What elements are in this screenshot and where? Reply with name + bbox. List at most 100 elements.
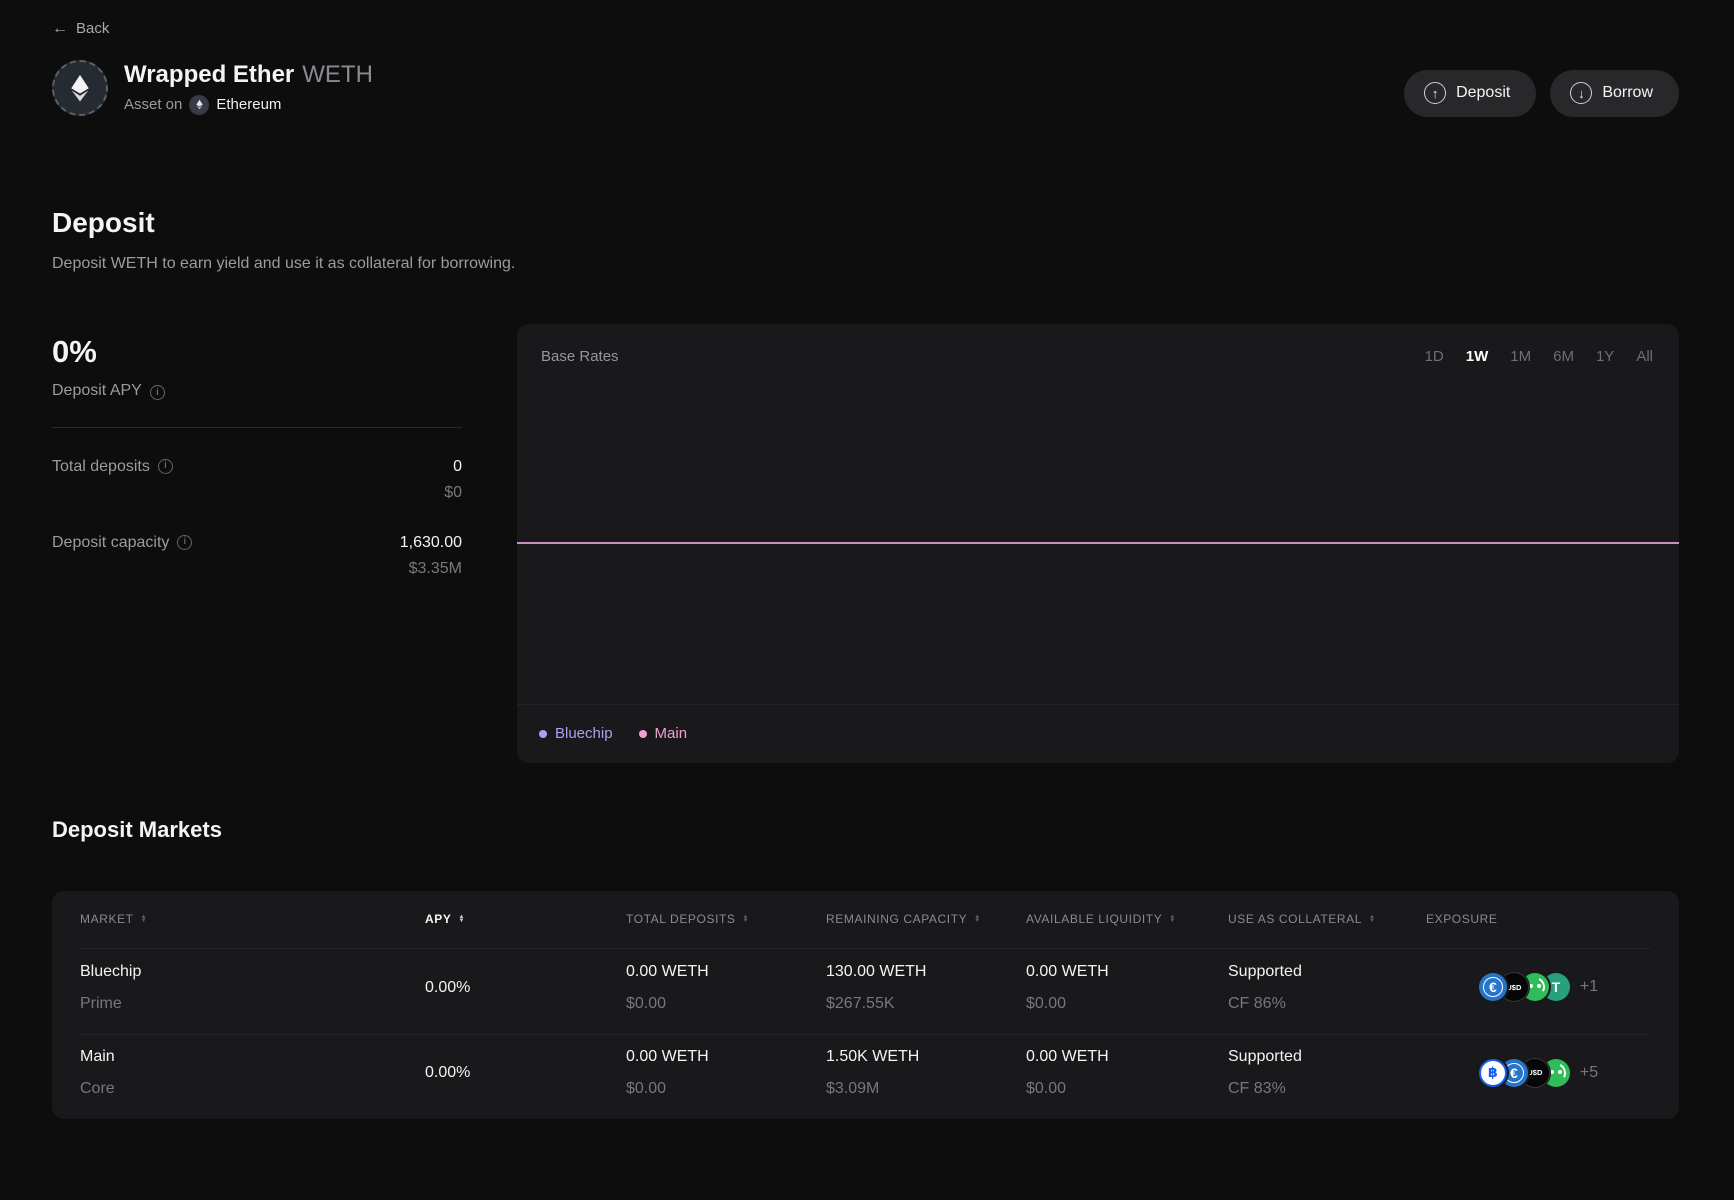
sort-icon: ▲▼ — [974, 915, 981, 924]
column-label: TOTAL DEPOSITS — [626, 912, 736, 926]
column-header-apy[interactable]: APY▲▼ — [425, 912, 626, 926]
info-icon[interactable]: i — [177, 535, 192, 550]
back-label: Back — [76, 20, 109, 37]
page-title: Deposit — [52, 207, 1679, 239]
base-rates-chart-panel: Base Rates 1D 1W 1M 6M 1Y All Bluechip Main — [517, 324, 1679, 763]
page-subtitle: Deposit WETH to earn yield and use it as… — [52, 255, 1679, 273]
exposure-more-count: +1 — [1580, 978, 1598, 996]
legend-item-bluechip[interactable]: Bluechip — [539, 725, 613, 742]
total-deposits-usd: $0.00 — [626, 993, 826, 1014]
column-header-available-liquidity[interactable]: AVAILABLE LIQUIDITY▲▼ — [1026, 912, 1228, 926]
arrow-down-circle-icon: ↓ — [1570, 82, 1592, 104]
column-header-use-as-collateral[interactable]: USE AS COLLATERAL▲▼ — [1228, 912, 1426, 926]
stat-total-deposits: Total depositsi 0$0 — [52, 456, 462, 504]
deposit-markets-table: MARKET▲▼APY▲▼TOTAL DEPOSITS▲▼REMAINING C… — [52, 891, 1679, 1119]
ethereum-network-icon — [189, 95, 209, 115]
exposure-more-count: +5 — [1580, 1064, 1598, 1082]
market: Bluechip Prime — [80, 949, 425, 1034]
stat-usd: $3.35M — [400, 558, 462, 580]
market-tier: Prime — [80, 993, 425, 1014]
total-deposits-amount: 0.00 WETH — [626, 961, 826, 982]
apy-cell: 0.00% — [425, 949, 626, 1034]
market-row-main[interactable]: Main Core0.00%0.00 WETH $0.001.50K WETH $3.… — [80, 1034, 1651, 1119]
ethereum-diamond-icon — [65, 73, 95, 103]
market-row-bluechip[interactable]: BluechipPrime0.00%0.00 WETH$0.00130.00 W… — [80, 949, 1651, 1034]
column-header-remaining-capacity[interactable]: REMAINING CAPACITY ▲▼ — [826, 912, 1026, 926]
sort-icon: ▲▼ — [141, 915, 148, 924]
column-header-market[interactable]: MARKET ▲▼ — [80, 912, 425, 926]
header-actions: ↑ Deposit ↓ Borrow — [1404, 70, 1679, 117]
weth-logo — [52, 60, 108, 116]
info-icon[interactable]: i — [158, 459, 173, 474]
available-liquidity: 0.00 WETH $0.00 — [1026, 949, 1228, 1034]
use-as-collateral: SupportedCF 83% — [1228, 1035, 1426, 1119]
market-tier: Core — [80, 1078, 425, 1099]
asset-network-name: Ethereum — [216, 96, 281, 113]
apy-value: 0.00% — [425, 977, 626, 998]
remaining-capacity-amount: 130.00 WETH — [826, 961, 1026, 982]
legend-dot — [539, 730, 547, 738]
deposit-apy-label: Deposit APY — [52, 382, 142, 400]
asset-network-prefix: Asset on — [124, 96, 182, 113]
market-name: Bluechip — [80, 961, 425, 982]
use-as-collateral-cf: CF 86% — [1228, 993, 1426, 1014]
remaining-capacity-amount: 1.50K WETH — [826, 1046, 1026, 1067]
info-icon[interactable]: i — [150, 385, 165, 400]
legend-dot — [639, 730, 647, 738]
use-as-collateral-status: Supported — [1228, 1046, 1426, 1067]
remaining-capacity-usd: $3.09M — [826, 1078, 1026, 1099]
column-label: EXPOSURE — [1426, 912, 1498, 926]
remaining-capacity-usd: $267.55K — [826, 993, 1026, 1014]
deposit-button[interactable]: ↑ Deposit — [1404, 70, 1536, 117]
stats-list: Total depositsi0$0Deposit capacityi1,630… — [52, 456, 462, 580]
chart-title: Base Rates — [541, 348, 619, 365]
column-header-total-deposits[interactable]: TOTAL DEPOSITS ▲▼ — [626, 912, 826, 926]
stat-values: 0$0 — [444, 456, 462, 504]
deposit-overview: 0% Deposit APY i Total depositsi0$0Depos… — [52, 324, 1679, 763]
stat-deposit-capacity: Deposit capacityi1,630.00$3.35M — [52, 532, 462, 580]
column-label: USE AS COLLATERAL — [1228, 912, 1362, 926]
column-label: APY — [425, 912, 451, 926]
asset-titles: Wrapped EtherWETH Asset on Ethereum — [124, 60, 373, 115]
asset-page: ← Back Wrapped EtherWETH Asset on — [0, 0, 1734, 1200]
table-body: BluechipPrime0.00%0.00 WETH$0.00130.00 W… — [80, 949, 1651, 1119]
available-liquidity-usd: $0.00 — [1026, 1078, 1228, 1099]
asset-name: Wrapped Ether — [124, 61, 294, 88]
stat-label: Total depositsi — [52, 456, 173, 504]
deposit-stats: 0% Deposit APY i Total depositsi0$0Depos… — [52, 324, 462, 763]
borrow-button[interactable]: ↓ Borrow — [1550, 70, 1679, 117]
back-arrow-icon: ← — [52, 21, 68, 37]
range-1w[interactable]: 1W — [1466, 348, 1489, 365]
sort-icon: ▲▼ — [743, 915, 750, 924]
column-header-exposure: EXPOSURE — [1426, 912, 1651, 926]
borrow-button-label: Borrow — [1602, 84, 1653, 102]
total-deposits-usd: $0.00 — [626, 1078, 826, 1099]
use-as-collateral-status: Supported — [1228, 961, 1426, 982]
remaining-capacity: 1.50K WETH $3.09M — [826, 1035, 1026, 1119]
back-link[interactable]: ← Back — [52, 20, 109, 37]
range-1m[interactable]: 1M — [1510, 348, 1531, 365]
available-liquidity-amount: 0.00 WETH — [1026, 961, 1228, 982]
stat-amount: 1,630.00 — [400, 532, 462, 554]
markets-title: Deposit Markets — [52, 817, 1679, 843]
market: Main Core — [80, 1035, 425, 1119]
legend-label: Bluechip — [555, 725, 613, 742]
legend-item-main[interactable]: Main — [639, 725, 688, 742]
eurc-token-icon: € — [1479, 973, 1507, 1001]
range-1d[interactable]: 1D — [1425, 348, 1444, 365]
deposit-apy-value: 0% — [52, 334, 462, 370]
range-all[interactable]: All — [1636, 348, 1653, 365]
apy-value: 0.00% — [425, 1062, 626, 1083]
total-deposits-amount: 0.00 WETH — [626, 1046, 826, 1067]
total-deposits: 0.00 WETH $0.00 — [626, 949, 826, 1034]
column-label: MARKET — [80, 912, 134, 926]
available-liquidity-usd: $0.00 — [1026, 993, 1228, 1014]
total-deposits: 0.00 WETH $0.00 — [626, 1035, 826, 1119]
column-label: REMAINING CAPACITY — [826, 912, 967, 926]
stat-usd: $0 — [444, 482, 462, 504]
base-rate-line — [517, 542, 1679, 544]
available-liquidity: 0.00 WETH$0.00 — [1026, 1035, 1228, 1119]
range-1y[interactable]: 1Y — [1596, 348, 1614, 365]
market-name: Main — [80, 1046, 425, 1067]
range-6m[interactable]: 6M — [1553, 348, 1574, 365]
